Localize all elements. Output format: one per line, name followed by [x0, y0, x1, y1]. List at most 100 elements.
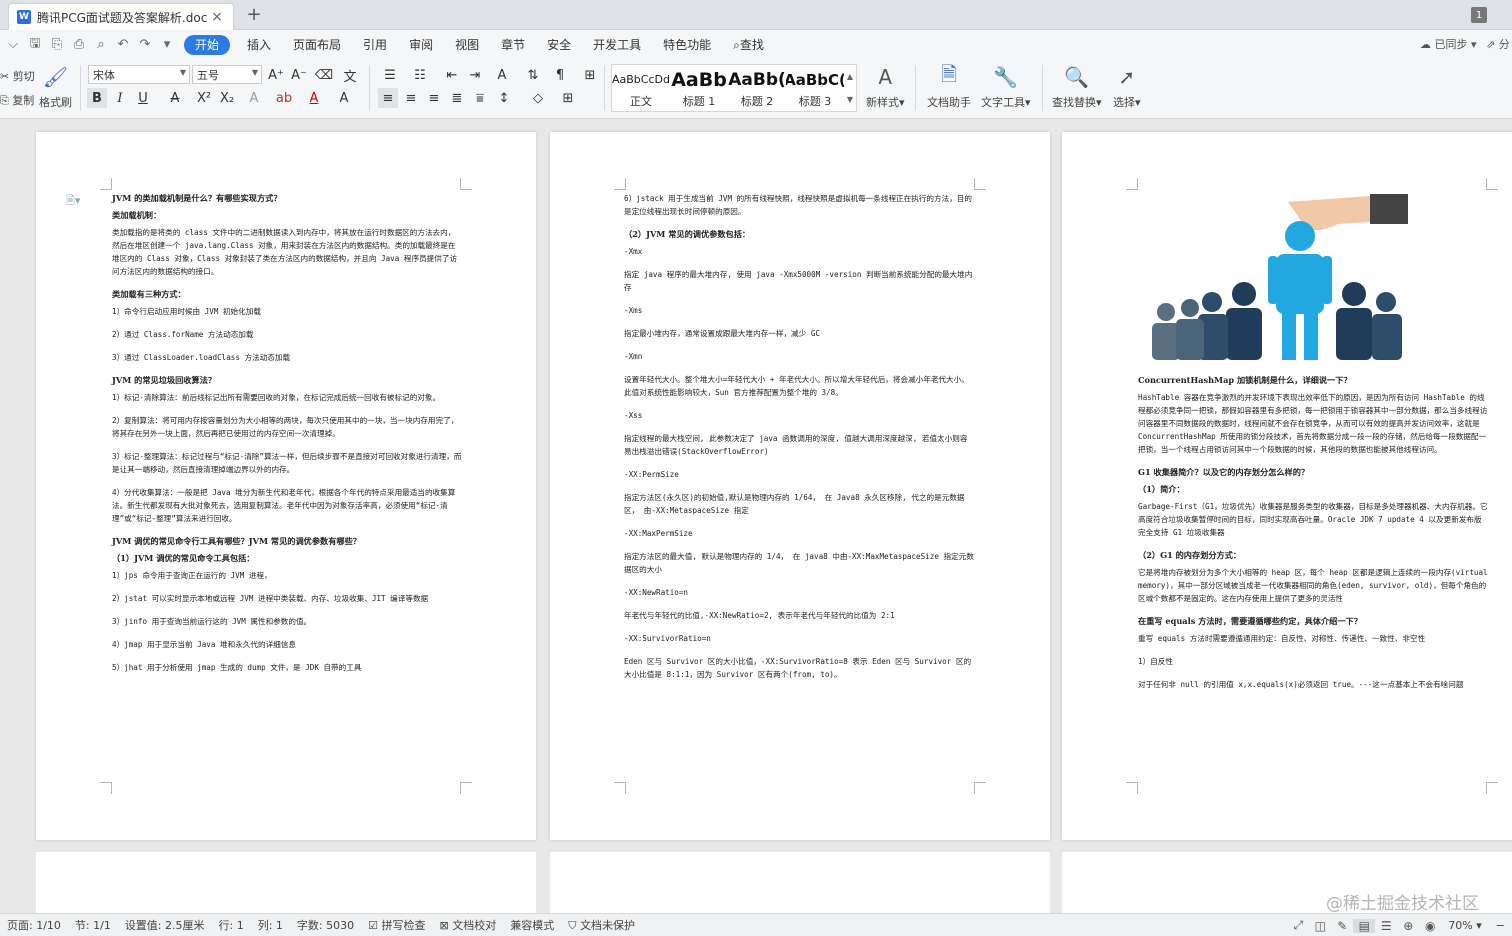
font-name-select[interactable]: 宋体 ▼: [88, 65, 190, 84]
proofread-button[interactable]: ⊠ 文档校对: [433, 917, 504, 933]
page-4-top[interactable]: [36, 852, 536, 913]
window-count-badge[interactable]: 1: [1471, 7, 1487, 23]
borders-icon[interactable]: ⊞: [558, 88, 578, 108]
table-grid-icon[interactable]: ⊞: [580, 65, 600, 85]
show-marks-icon[interactable]: ¶: [550, 65, 570, 85]
line-spacing-icon[interactable]: ↕: [494, 88, 514, 108]
page-3-body[interactable]: ConcurrentHashMap 加锁机制是什么，详细说一下？ HashTabl…: [1138, 374, 1488, 701]
copy-button[interactable]: ⎘ 复制: [0, 92, 34, 108]
menu-search[interactable]: ⌕查找: [722, 35, 775, 55]
document-tab[interactable]: W 腾讯PCG面试题及答案解析.doc ×: [8, 3, 234, 30]
menu-review[interactable]: 审阅: [398, 35, 444, 55]
print-icon[interactable]: ⎙: [68, 36, 90, 54]
font-color-icon[interactable]: A: [304, 88, 324, 108]
fullscreen-icon[interactable]: ⤢: [1287, 918, 1309, 933]
status-section[interactable]: 节: 1/1: [68, 917, 118, 933]
menu-chevron-icon[interactable]: ⌵: [2, 36, 24, 54]
new-style-button[interactable]: A 新样式▾: [866, 64, 905, 110]
reading-mode-icon[interactable]: ◫: [1309, 919, 1331, 933]
close-tab-icon[interactable]: ×: [209, 9, 225, 25]
zoom-out-button[interactable]: −: [1489, 919, 1512, 932]
zoom-level[interactable]: 70% ▾: [1441, 919, 1488, 932]
redo-icon[interactable]: ↷: [134, 36, 156, 54]
shading-icon[interactable]: ◇: [528, 88, 548, 108]
page-view-icon[interactable]: ▤: [1353, 918, 1376, 933]
sync-status[interactable]: ☁ 已同步 ▾: [1420, 36, 1477, 52]
status-words[interactable]: 字数: 5030: [290, 917, 361, 933]
status-bar: 页面: 1/10 节: 1/1 设置值: 2.5厘米 行: 1 列: 1 字数:…: [0, 913, 1512, 936]
edit-mode-icon[interactable]: ✎: [1331, 919, 1353, 933]
format-painter-button[interactable]: 🖌 格式刷: [39, 64, 72, 110]
bullet-list-icon[interactable]: ☰: [380, 65, 400, 85]
outline-view-icon[interactable]: ☰: [1375, 919, 1397, 933]
cut-button[interactable]: ✂ 剪切: [0, 68, 35, 84]
menu-security[interactable]: 安全: [536, 35, 582, 55]
menu-references[interactable]: 引用: [352, 35, 398, 55]
text-tools-button[interactable]: 🔧 文字工具▾: [981, 64, 1031, 110]
underline-icon[interactable]: U: [133, 88, 153, 108]
page-1[interactable]: JVM 的类加载机制是什么？有哪些实现方式？ 类加载机制： 类加载指的是将类的 cl…: [36, 132, 536, 840]
spell-check-button[interactable]: ☑ 拼写检查: [361, 917, 432, 933]
increase-indent-icon[interactable]: ⇥: [465, 65, 485, 85]
web-view-icon[interactable]: ⊕: [1397, 919, 1419, 933]
gallery-scroll[interactable]: ▲ ▼: [844, 65, 856, 111]
superscript-icon[interactable]: X²: [194, 88, 214, 108]
export-icon[interactable]: ⎘: [46, 36, 68, 54]
page-5-top[interactable]: [550, 852, 1050, 913]
grow-font-icon[interactable]: A⁺: [266, 65, 286, 85]
subscript-icon[interactable]: X₂: [217, 88, 237, 108]
menu-home[interactable]: 开始: [184, 34, 231, 55]
distribute-icon[interactable]: ⩸: [470, 88, 490, 108]
page-1-body[interactable]: JVM 的类加载机制是什么？有哪些实现方式？ 类加载机制： 类加载指的是将类的 cl…: [112, 192, 462, 684]
clear-format-icon[interactable]: ⌫: [314, 65, 334, 85]
separator: [1042, 65, 1043, 111]
style-heading-1[interactable]: AaBb 标题 1: [670, 65, 728, 111]
menu-view[interactable]: 视图: [444, 35, 490, 55]
menu-chapter[interactable]: 章节: [490, 35, 536, 55]
page-2-body[interactable]: 6）jstack 用于生成当前 JVM 的所有线程快照，线程快照是虚拟机每一条线…: [624, 192, 974, 691]
menu-developer[interactable]: 开发工具: [582, 35, 652, 55]
print-preview-icon[interactable]: ⌕: [90, 36, 112, 54]
paragraph-handle-icon[interactable]: 🗎▾: [66, 192, 80, 211]
numbered-list-icon[interactable]: ☷: [410, 65, 430, 85]
align-center-icon[interactable]: ≡: [401, 88, 421, 108]
style-normal[interactable]: AaBbCcDd 正文: [612, 65, 670, 111]
highlight-icon[interactable]: ab: [274, 88, 294, 108]
sort-icon[interactable]: ⇅: [523, 65, 543, 85]
doc-assistant-button[interactable]: 🗎 文档助手: [927, 62, 971, 110]
page-2[interactable]: 6）jstack 用于生成当前 JVM 的所有线程快照，线程快照是虚拟机每一条线…: [550, 132, 1050, 840]
menu-insert[interactable]: 插入: [236, 35, 282, 55]
eye-protect-icon[interactable]: ◉: [1419, 919, 1441, 933]
font-size-select[interactable]: 五号 ▼: [192, 65, 262, 84]
text-effect-icon[interactable]: A: [244, 88, 264, 108]
select-button[interactable]: ➚ 选择▾: [1113, 64, 1141, 110]
italic-icon[interactable]: I: [110, 88, 130, 108]
align-left-icon[interactable]: ≡: [378, 88, 398, 108]
find-replace-button[interactable]: 🔍 查找替换▾: [1052, 64, 1102, 110]
decrease-indent-icon[interactable]: ⇤: [442, 65, 462, 85]
protect-status[interactable]: ⛉ 文档未保护: [561, 917, 642, 933]
strikethrough-icon[interactable]: A: [165, 88, 185, 108]
shrink-font-icon[interactable]: A⁻: [289, 65, 309, 85]
style-preview: AaBb(: [728, 70, 786, 90]
style-heading-3[interactable]: AaBbC(标题 3: [786, 65, 844, 111]
save-icon[interactable]: 🖫: [24, 36, 46, 54]
bold-icon[interactable]: B: [87, 88, 107, 108]
chinese-layout-icon[interactable]: A: [492, 65, 512, 85]
phonetic-icon[interactable]: 文: [340, 65, 360, 85]
document-workspace[interactable]: JVM 的类加载机制是什么？有哪些实现方式？ 类加载机制： 类加载指的是将类的 cl…: [0, 120, 1512, 913]
menu-page-layout[interactable]: 页面布局: [282, 35, 352, 55]
menu-features[interactable]: 特色功能: [652, 35, 722, 55]
status-setting[interactable]: 设置值: 2.5厘米: [118, 917, 212, 933]
doc-paragraph: 对于任何非 null 的引用值 x,x.equals(x)必须返回 true。-…: [1138, 680, 1464, 689]
status-page[interactable]: 页面: 1/10: [0, 917, 68, 933]
char-shading-icon[interactable]: A: [334, 88, 354, 108]
add-tab-button[interactable]: +: [244, 4, 264, 25]
page-3[interactable]: ConcurrentHashMap 加锁机制是什么，详细说一下？ HashTabl…: [1062, 132, 1512, 840]
share-button[interactable]: ⇗ 分: [1486, 36, 1510, 52]
customize-chevron-icon[interactable]: ▾: [156, 36, 178, 54]
undo-icon[interactable]: ↶: [112, 36, 134, 54]
justify-icon[interactable]: ≣: [447, 88, 467, 108]
style-heading-2[interactable]: AaBb(标题 2: [728, 65, 786, 111]
align-right-icon[interactable]: ≡: [424, 88, 444, 108]
